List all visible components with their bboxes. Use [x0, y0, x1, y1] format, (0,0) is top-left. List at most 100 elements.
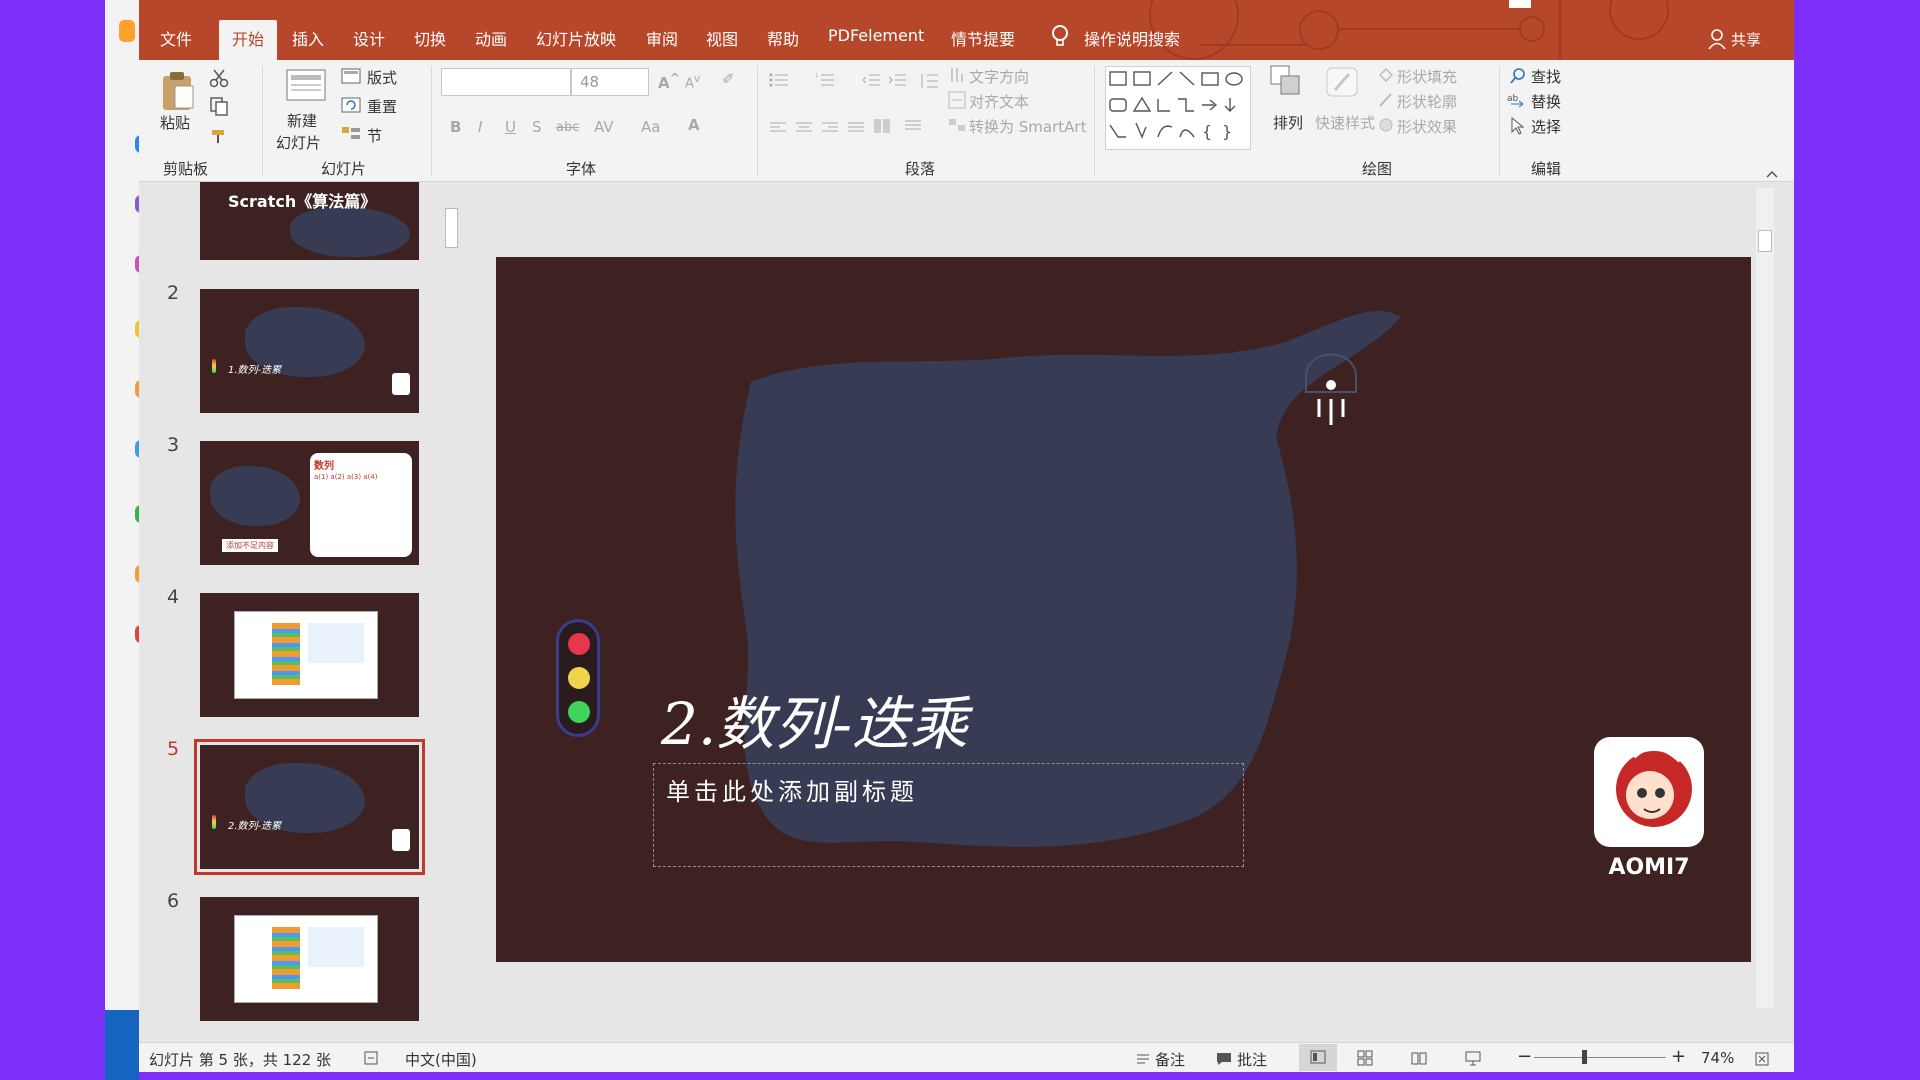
subtitle-placeholder[interactable]: 单击此处添加副标题	[653, 763, 1244, 867]
scrollbar-thumb[interactable]	[1758, 230, 1772, 252]
section-icon[interactable]	[341, 126, 361, 146]
share-button[interactable]: 共享	[1731, 29, 1761, 50]
slide-thumbnail-2[interactable]: 1.数列-迭累	[200, 289, 419, 413]
bold-icon[interactable]: B	[450, 118, 461, 136]
shrink-font-icon[interactable]: Av	[685, 72, 700, 91]
accessibility-icon[interactable]	[363, 1050, 379, 1070]
strikethrough-icon[interactable]: abc	[556, 120, 579, 135]
decrease-indent-icon[interactable]	[861, 72, 881, 92]
tell-me-search[interactable]: 操作说明搜索	[1084, 26, 1180, 50]
thumbnail-scrollbar[interactable]	[443, 188, 460, 1038]
tab-storyboard[interactable]: 情节提要	[951, 26, 1015, 50]
tab-home[interactable]: 开始	[232, 26, 264, 50]
tab-transitions[interactable]: 切换	[414, 26, 446, 50]
clipboard-paste-icon[interactable]	[159, 70, 195, 116]
new-slide-label[interactable]: 新建	[287, 110, 317, 131]
notes-button[interactable]: 备注	[1155, 1049, 1185, 1070]
text-direction-icon[interactable]	[948, 66, 966, 88]
tab-review[interactable]: 审阅	[646, 26, 678, 50]
increase-indent-icon[interactable]	[887, 72, 907, 92]
language-indicator[interactable]: 中文(中国)	[405, 1049, 477, 1070]
shape-outline-icon[interactable]	[1377, 92, 1395, 112]
arrange-button[interactable]: 排列	[1273, 112, 1303, 133]
quick-styles-button[interactable]: 快速样式	[1315, 112, 1375, 133]
new-slide-icon[interactable]	[285, 66, 327, 106]
layout-icon[interactable]	[341, 68, 361, 88]
zoom-slider-thumb[interactable]	[1582, 1050, 1587, 1064]
justify-icon[interactable]	[847, 120, 865, 139]
font-name-combo[interactable]	[441, 68, 571, 96]
smartart-icon[interactable]	[948, 116, 966, 138]
align-text-icon[interactable]	[948, 91, 966, 113]
bullets-icon[interactable]	[769, 72, 789, 92]
select-cursor-icon[interactable]	[1509, 116, 1525, 139]
align-text-button[interactable]: 对齐文本	[969, 91, 1029, 112]
shape-effects-icon[interactable]	[1377, 117, 1395, 137]
reset-icon[interactable]	[341, 97, 361, 117]
clear-format-icon[interactable]: ✐	[722, 70, 735, 88]
slide-sorter-icon[interactable]	[1357, 1050, 1373, 1070]
replace-button[interactable]: 替换	[1531, 91, 1561, 112]
quick-styles-icon[interactable]	[1323, 64, 1361, 104]
italic-icon[interactable]: I	[478, 118, 482, 136]
comments-button[interactable]: 批注	[1237, 1049, 1267, 1070]
zoom-level[interactable]: 74%	[1701, 1049, 1734, 1067]
search-icon[interactable]	[1509, 67, 1527, 89]
format-painter-icon[interactable]	[209, 126, 229, 150]
grow-font-icon[interactable]: A^	[658, 70, 680, 92]
tab-animations[interactable]: 动画	[475, 26, 507, 50]
tab-design[interactable]: 设计	[353, 26, 385, 50]
underline-icon[interactable]: U	[505, 118, 516, 136]
tab-slideshow[interactable]: 幻灯片放映	[536, 26, 616, 50]
char-spacing-icon[interactable]: AV	[594, 118, 614, 136]
reading-view-icon[interactable]	[1411, 1050, 1427, 1070]
line-spacing-icon[interactable]	[919, 72, 939, 94]
font-size-combo[interactable]: 48	[571, 68, 649, 96]
slide-scrollbar[interactable]	[1756, 188, 1774, 1008]
cut-icon[interactable]	[209, 68, 229, 92]
tab-file[interactable]: 文件	[160, 26, 192, 50]
tab-view[interactable]: 视图	[706, 26, 738, 50]
comment-icon[interactable]	[1216, 1051, 1232, 1070]
arrange-icon[interactable]	[1269, 64, 1307, 104]
shape-fill-icon[interactable]	[1377, 67, 1395, 87]
slide-thumbnail-1[interactable]: Scratch《算法篇》	[200, 182, 419, 260]
new-slide-label-2[interactable]: 幻灯片	[276, 132, 321, 153]
copy-icon[interactable]	[209, 96, 229, 120]
tab-help[interactable]: 帮助	[767, 26, 799, 50]
slide-thumbnail-3[interactable]: 数列 a(1) a(2) a(3) a(4) 添加不足内容	[200, 441, 419, 565]
align-right-icon[interactable]	[821, 120, 839, 139]
tab-pdfelement[interactable]: PDFelement	[828, 26, 924, 45]
align-center-icon[interactable]	[795, 120, 813, 139]
text-direction-button[interactable]: 文字方向	[969, 66, 1029, 87]
columns-icon[interactable]	[873, 118, 891, 138]
slide-thumbnail-5[interactable]: 2.数列-迭累	[194, 739, 425, 875]
fit-to-window-icon[interactable]	[1755, 1051, 1769, 1070]
shape-outline-button[interactable]: 形状轮廓	[1397, 91, 1457, 112]
select-button[interactable]: 选择	[1531, 116, 1561, 137]
shapes-gallery[interactable]: {}	[1105, 66, 1251, 150]
slide-title[interactable]: 2.数列-迭乘	[661, 677, 968, 761]
slide-thumbnail-6[interactable]	[200, 897, 419, 1021]
normal-view-button[interactable]	[1299, 1044, 1337, 1071]
align-text-menu-icon[interactable]	[904, 118, 922, 137]
shape-fill-button[interactable]: 形状填充	[1397, 66, 1457, 87]
window-caption-button[interactable]	[1509, 0, 1531, 8]
align-left-icon[interactable]	[769, 120, 787, 139]
font-color-icon[interactable]: A	[688, 116, 700, 134]
zoom-out-icon[interactable]: −	[1517, 1046, 1532, 1067]
zoom-slider[interactable]	[1534, 1057, 1666, 1058]
numbering-icon[interactable]: 1	[815, 72, 835, 92]
slide-canvas[interactable]: 2.数列-迭乘 单击此处添加副标题 AOMI7	[496, 257, 1751, 962]
reset-button[interactable]: 重置	[367, 96, 397, 117]
shadow-icon[interactable]: S	[532, 118, 542, 136]
change-case-icon[interactable]: Aa	[641, 118, 660, 136]
find-button[interactable]: 查找	[1531, 66, 1561, 87]
shape-effects-button[interactable]: 形状效果	[1397, 116, 1457, 137]
paste-label[interactable]: 粘贴	[160, 112, 190, 133]
layout-button[interactable]: 版式	[367, 67, 397, 88]
section-button[interactable]: 节	[367, 125, 382, 146]
slide-thumbnail-4[interactable]	[200, 593, 419, 717]
replace-icon[interactable]: ab	[1507, 92, 1527, 114]
zoom-in-icon[interactable]: +	[1671, 1046, 1686, 1067]
